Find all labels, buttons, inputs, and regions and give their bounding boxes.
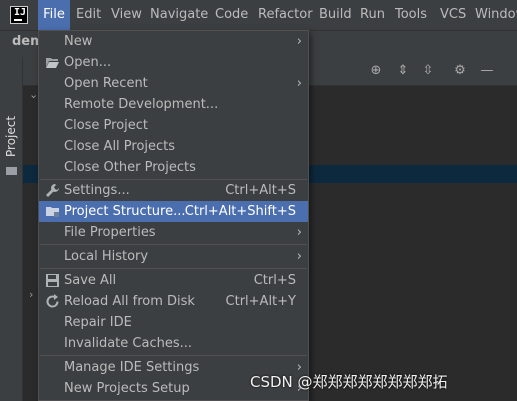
reload-icon (46, 294, 59, 308)
save-icon (46, 274, 59, 287)
folder-open-icon (46, 58, 59, 68)
menu-bar: IJ File Edit View Navigate Code Refactor… (0, 0, 517, 30)
submenu-arrow-icon: › (296, 34, 302, 49)
menu-item-label: Repair IDE (64, 315, 132, 330)
menu-item-shortcut: Ctrl+Alt+Shift+S (184, 204, 296, 219)
intellij-logo-icon: IJ (10, 6, 28, 24)
menu-item-reload-all-from-disk[interactable]: Reload All from Disk Ctrl+Alt+Y (39, 291, 308, 312)
menu-item-label: Open... (64, 55, 112, 70)
submenu-arrow-icon: › (296, 225, 302, 240)
chevron-right-icon[interactable]: › (29, 288, 33, 301)
menu-item-shortcut: Ctrl+Alt+Y (225, 294, 296, 309)
menu-item-label: File Properties (64, 225, 156, 240)
menu-item-shortcut: Ctrl+Alt+S (225, 183, 296, 198)
menu-item-open-recent[interactable]: Open Recent › (39, 73, 308, 94)
menu-edit[interactable]: Edit (76, 0, 101, 30)
menu-file[interactable]: File (38, 0, 70, 30)
wrench-icon (46, 184, 59, 197)
menu-refactor[interactable]: Refactor (258, 0, 313, 30)
menu-item-save-all[interactable]: Save All Ctrl+S (39, 270, 308, 291)
menu-item-label: Manage IDE Settings (64, 360, 200, 375)
menu-item-remote-development[interactable]: Remote Development... (39, 94, 308, 115)
folder-icon (6, 167, 17, 175)
menu-item-label: Settings... (64, 183, 130, 198)
menu-item-invalidate-caches[interactable]: Invalidate Caches... (39, 333, 308, 354)
submenu-arrow-icon: › (296, 249, 302, 264)
menu-item-close-project[interactable]: Close Project (39, 115, 308, 136)
menu-item-label: New Projects Setup (64, 381, 190, 396)
menu-window[interactable]: Window (475, 0, 517, 30)
menu-item-label: Close Other Projects (64, 160, 196, 175)
collapse-all-icon[interactable]: ⇳ (420, 63, 436, 79)
menu-item-repair-ide[interactable]: Repair IDE (39, 312, 308, 333)
submenu-arrow-icon: › (296, 76, 302, 91)
menu-code[interactable]: Code (215, 0, 248, 30)
menu-item-close-other-projects[interactable]: Close Other Projects (39, 157, 308, 178)
project-structure-icon (46, 207, 59, 217)
menu-vcs[interactable]: VCS (440, 0, 466, 30)
menu-item-label: Open Recent (64, 76, 148, 91)
watermark: CSDN @郑郑郑郑郑郑郑郑拓 (250, 373, 448, 391)
menu-item-label: Remote Development... (64, 97, 219, 112)
menu-item-new[interactable]: New › (39, 31, 308, 52)
locate-icon[interactable]: ⊕ (368, 63, 384, 79)
project-tool-button[interactable]: Project (4, 116, 18, 157)
menu-run[interactable]: Run (360, 0, 385, 30)
file-menu-dropdown: New › Open... Open Recent › Remote Devel… (38, 30, 309, 401)
menu-item-local-history[interactable]: Local History › (39, 246, 308, 267)
expand-all-icon[interactable]: ⇕ (395, 63, 411, 79)
menu-item-settings[interactable]: Settings... Ctrl+Alt+S (39, 180, 308, 201)
menu-item-label: Close All Projects (64, 139, 176, 154)
menu-item-file-properties[interactable]: File Properties › (39, 222, 308, 243)
menu-item-label: Save All (64, 273, 117, 288)
menu-separator (40, 355, 307, 356)
menu-item-label: Local History (64, 249, 149, 264)
menu-item-label: Close Project (64, 118, 149, 133)
menu-view[interactable]: View (111, 0, 142, 30)
gear-icon[interactable]: ⚙ (452, 63, 468, 79)
menu-navigate[interactable]: Navigate (150, 0, 208, 30)
menu-item-label: Project Structure... (64, 204, 186, 219)
menu-item-shortcut: Ctrl+S (253, 273, 296, 288)
menu-item-label: Invalidate Caches... (64, 336, 193, 351)
menu-build[interactable]: Build (319, 0, 352, 30)
menu-tools[interactable]: Tools (395, 0, 427, 30)
menu-item-open[interactable]: Open... (39, 52, 308, 73)
menu-item-project-structure[interactable]: Project Structure... Ctrl+Alt+Shift+S (39, 201, 308, 222)
minimize-icon[interactable]: — (479, 63, 495, 79)
menu-separator (40, 244, 307, 245)
left-tool-strip: Project (0, 57, 23, 401)
menu-item-label: Reload All from Disk (64, 294, 195, 309)
menu-item-close-all-projects[interactable]: Close All Projects (39, 136, 308, 157)
chevron-down-icon[interactable]: ⌄ (29, 88, 38, 101)
menu-item-label: New (64, 34, 93, 49)
menu-separator (40, 268, 307, 269)
